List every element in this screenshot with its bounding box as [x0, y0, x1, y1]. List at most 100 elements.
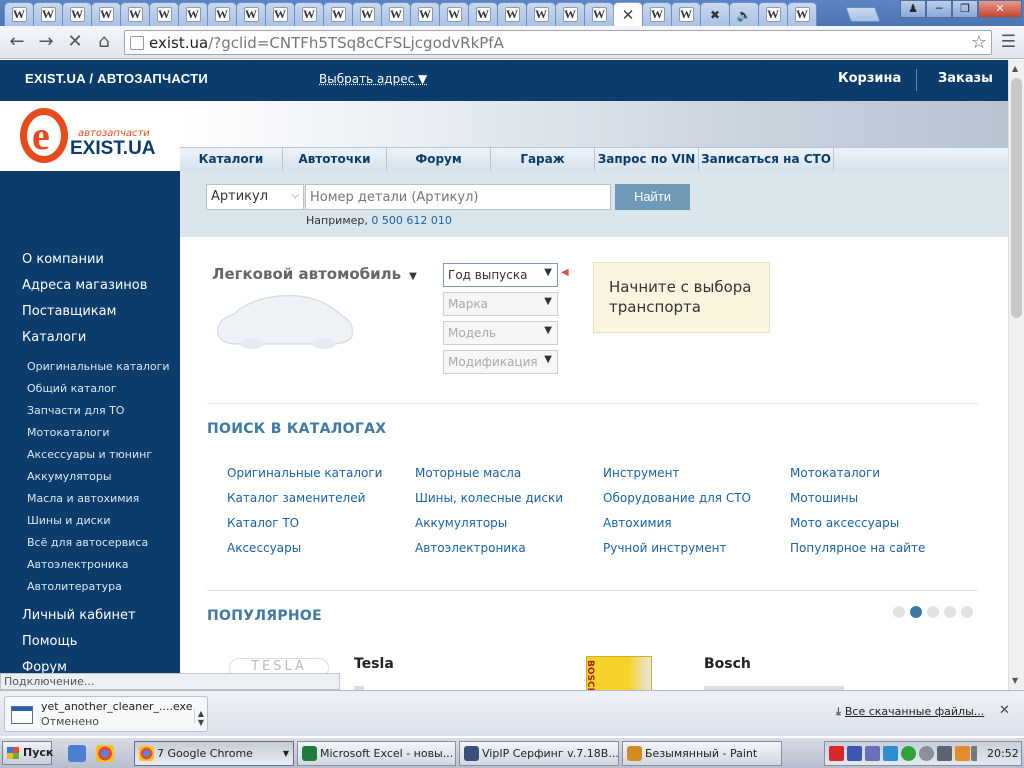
catalog-link[interactable]: Мотокаталоги: [790, 466, 880, 480]
topnav-item[interactable]: Записаться на СТО: [699, 148, 834, 172]
scroll-down-icon[interactable]: ▼: [1012, 676, 1018, 685]
forward-arrow-icon[interactable]: →: [35, 32, 57, 54]
topnav-item[interactable]: Автоточки: [283, 148, 387, 172]
taskbar-task[interactable]: Microsoft Excel - новы...: [297, 741, 456, 766]
browser-tab[interactable]: W: [642, 2, 672, 26]
close-tab-icon[interactable]: ✕: [622, 6, 635, 24]
brand-bosch[interactable]: Bosch: [704, 656, 751, 672]
catalog-link[interactable]: Оригинальные каталоги: [227, 466, 382, 480]
tray-app-icon[interactable]: [955, 746, 970, 761]
catalog-link[interactable]: Мото аксессуары: [790, 516, 899, 530]
browser-tab[interactable]: W: [555, 2, 585, 26]
carousel-dot[interactable]: [961, 606, 973, 618]
catalog-link[interactable]: Аксессуары: [227, 541, 301, 555]
browser-tab[interactable]: W: [149, 2, 179, 26]
taskbar-task[interactable]: Безымянный - Paint: [622, 741, 782, 766]
exist-logo[interactable]: e автозапчасти EXIST.UA: [18, 108, 168, 168]
catalog-link[interactable]: Моторные масла: [415, 466, 521, 480]
catalog-link[interactable]: Инструмент: [603, 466, 679, 480]
browser-tab[interactable]: W: [671, 2, 701, 26]
vehicle-dropdown[interactable]: Марка ▼: [443, 292, 558, 316]
address-bar[interactable]: exist.ua/?gclid=CNTFh5TSq8cCFSLjcgodvRkP…: [124, 30, 992, 55]
catalog-link[interactable]: Каталог ТО: [227, 516, 299, 530]
home-icon[interactable]: ⌂: [93, 32, 115, 54]
taskbar-task[interactable]: 7 Google Chrome ▼: [134, 741, 294, 766]
browser-tab[interactable]: W: [526, 2, 556, 26]
catalog-link[interactable]: Мотошины: [790, 491, 858, 505]
stop-icon[interactable]: ✕: [64, 32, 86, 54]
vehicle-dropdown[interactable]: Год выпуска ▼: [443, 263, 558, 287]
browser-tab[interactable]: W: [62, 2, 92, 26]
browser-tab[interactable]: W: [787, 2, 817, 26]
sidebar-item[interactable]: Каталоги: [22, 330, 86, 345]
browser-tab[interactable]: W: [178, 2, 208, 26]
topnav-item[interactable]: Каталоги: [180, 148, 283, 172]
cart-link[interactable]: Корзина: [838, 71, 901, 86]
bosch-product-image[interactable]: BOSCH: [585, 656, 652, 690]
browser-tab[interactable]: W: [294, 2, 324, 26]
browser-tab[interactable]: W: [352, 2, 382, 26]
vehicle-dropdown[interactable]: Модель ▼: [443, 321, 558, 345]
chrome-quicklaunch-icon[interactable]: [96, 745, 114, 762]
topnav-item[interactable]: Гараж: [491, 148, 595, 172]
sidebar-subitem[interactable]: Автоэлектроника: [27, 558, 128, 571]
torrent-icon[interactable]: [901, 746, 916, 761]
catalog-link[interactable]: Аккумуляторы: [415, 516, 507, 530]
sidebar-subitem[interactable]: Мотокаталоги: [27, 426, 110, 439]
catalog-link[interactable]: Ручной инструмент: [603, 541, 726, 555]
sidebar-item[interactable]: Помощь: [22, 634, 77, 649]
vehicle-dropdown[interactable]: Модификация ▼: [443, 350, 558, 374]
tray-app-icon[interactable]: [865, 746, 880, 761]
find-button[interactable]: Найти: [615, 184, 690, 210]
carousel-dot-active[interactable]: [910, 606, 922, 618]
browser-tab[interactable]: W: [120, 2, 150, 26]
catalog-link[interactable]: Популярное на сайте: [790, 541, 925, 555]
sidebar-subitem[interactable]: Всё для автосервиса: [27, 536, 148, 549]
carousel-dot[interactable]: [927, 606, 939, 618]
sidebar-item[interactable]: Адреса магазинов: [22, 278, 147, 293]
volume-icon[interactable]: [971, 746, 986, 761]
catalog-link[interactable]: Оборудование для СТО: [603, 491, 751, 505]
browser-tab[interactable]: W: [439, 2, 469, 26]
browser-tab[interactable]: W: [323, 2, 353, 26]
brand-tesla[interactable]: Tesla: [354, 656, 394, 672]
vehicle-type-select[interactable]: Легковой автомобиль ▼: [212, 265, 417, 283]
topnav-item[interactable]: Запрос по VIN: [595, 148, 699, 172]
download-item[interactable]: yet_another_cleaner_....exe Отменено ▲ ▼: [4, 696, 208, 732]
minimize-button[interactable]: ─: [926, 0, 952, 18]
example-article-link[interactable]: 0 500 612 010: [371, 214, 451, 227]
browser-tab[interactable]: W: [207, 2, 237, 26]
sidebar-subitem[interactable]: Шины и диски: [27, 514, 111, 527]
user-icon[interactable]: ♟: [900, 0, 926, 18]
browser-tab[interactable]: 🔈: [729, 2, 759, 26]
new-tab-button[interactable]: [845, 7, 881, 22]
tray-app-icon[interactable]: [919, 746, 934, 761]
browser-tab[interactable]: W: [4, 2, 34, 26]
taskbar-task[interactable]: VipIP Серфинг v.7.18B...: [459, 741, 619, 766]
browser-tab[interactable]: W: [91, 2, 121, 26]
download-menu-caret-icon[interactable]: ▲ ▼: [193, 709, 204, 727]
browser-tab[interactable]: W: [410, 2, 440, 26]
browser-tab[interactable]: W: [497, 2, 527, 26]
search-type-select[interactable]: Артикул ⌵: [206, 184, 304, 210]
choose-address-link[interactable]: Выбрать адрес ▼: [319, 72, 427, 86]
sidebar-subitem[interactable]: Общий каталог: [27, 382, 117, 395]
tray-app-icon[interactable]: [829, 746, 844, 761]
chrome-menu-icon[interactable]: ☰: [1001, 32, 1016, 52]
browser-tab[interactable]: W: [584, 2, 614, 26]
tray-app-icon[interactable]: [937, 746, 952, 761]
sidebar-subitem[interactable]: Масла и автохимия: [27, 492, 139, 505]
browser-tab[interactable]: ✖: [700, 2, 730, 26]
bookmark-star-icon[interactable]: ☆: [971, 32, 987, 53]
browser-tab[interactable]: W: [468, 2, 498, 26]
all-downloads-link[interactable]: Все скачанные файлы...: [845, 705, 984, 718]
browser-tab[interactable]: W: [236, 2, 266, 26]
clock[interactable]: 20:52: [987, 747, 1019, 760]
tray-app-icon[interactable]: [847, 746, 862, 761]
catalog-link[interactable]: Автоэлектроника: [415, 541, 526, 555]
sidebar-subitem[interactable]: Аксессуары и тюнинг: [27, 448, 152, 461]
browser-tab[interactable]: W: [33, 2, 63, 26]
close-shelf-icon[interactable]: ✕: [999, 703, 1010, 718]
article-search-input[interactable]: [305, 184, 611, 210]
carousel-dot[interactable]: [944, 606, 956, 618]
